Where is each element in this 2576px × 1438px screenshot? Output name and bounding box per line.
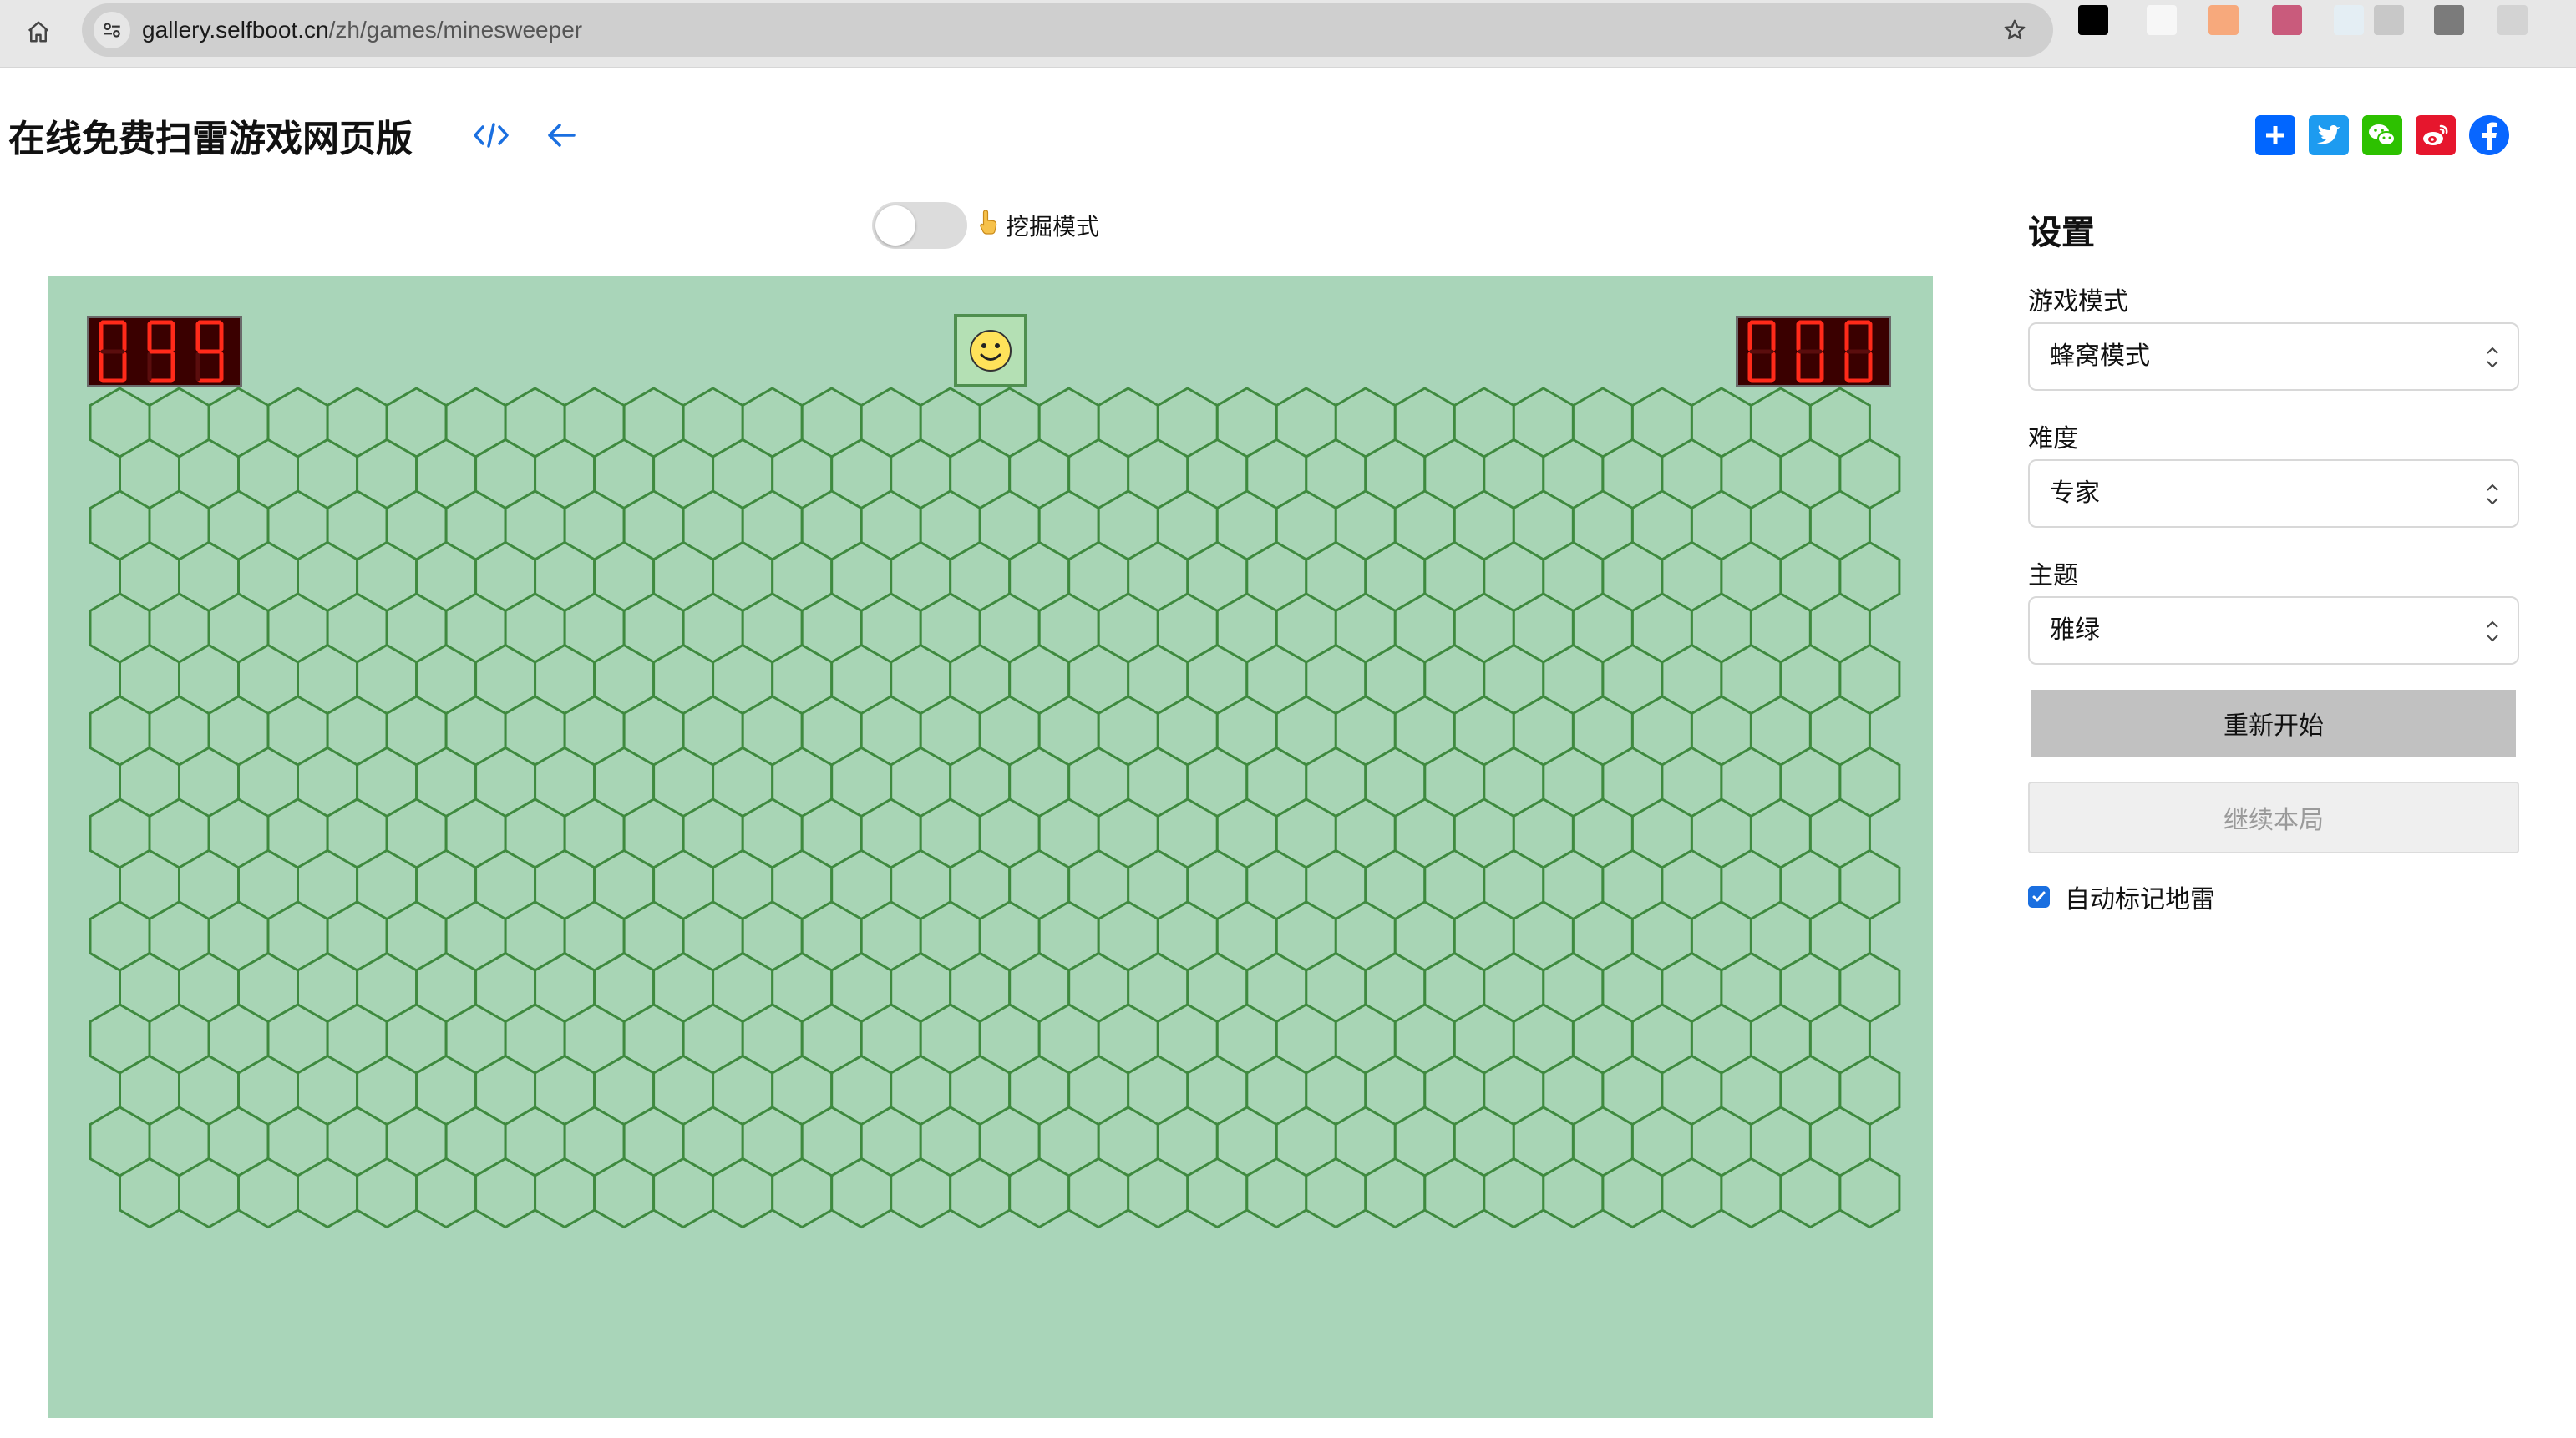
dig-mode-text: 挖掘模式 (1006, 212, 1100, 241)
checkmark-icon (2032, 891, 2046, 902)
auto-flag-label: 自动标记地雷 (2065, 885, 2215, 914)
address-bar[interactable]: gallery.selfboot.cn/zh/games/minesweeper (82, 3, 2053, 57)
url-path: /zh/games/minesweeper (328, 17, 583, 43)
game-mode-label: 游戏模式 (2028, 287, 2128, 316)
bookmark-star-icon[interactable] (1996, 12, 2033, 48)
extension-icon[interactable] (2497, 5, 2528, 35)
code-icon[interactable] (473, 119, 510, 152)
weibo-icon[interactable] (2416, 115, 2456, 155)
mine-counter (87, 316, 242, 387)
chevron-updown-icon (2487, 620, 2498, 642)
settings-title: 设置 (2028, 214, 2095, 252)
extension-icon[interactable] (2334, 5, 2364, 35)
mine-counter-digits (99, 320, 224, 383)
difficulty-value: 专家 (2050, 478, 2100, 508)
chevron-updown-icon (2487, 347, 2498, 368)
url-host: gallery.selfboot.cn (142, 17, 329, 43)
timer (1736, 316, 1891, 387)
arrow-left-icon[interactable] (543, 119, 580, 152)
smiley-face-button[interactable] (954, 314, 1027, 387)
chevron-updown-icon (2487, 484, 2498, 505)
extension-icon[interactable] (2434, 5, 2464, 35)
extension-icon[interactable] (2147, 5, 2177, 35)
extension-icon[interactable] (2078, 5, 2108, 35)
extension-icon[interactable] (2272, 5, 2302, 35)
dig-mode-label: 挖掘模式 (979, 209, 1099, 245)
site-settings-icon[interactable] (94, 12, 130, 48)
extension-icon[interactable] (2208, 5, 2239, 35)
twitter-icon[interactable] (2309, 115, 2349, 155)
difficulty-label: 难度 (2028, 424, 2078, 453)
home-icon[interactable] (20, 13, 57, 50)
timer-digits (1747, 320, 1873, 383)
game-board (48, 276, 1933, 1418)
page-title: 在线免费扫雷游戏网页版 (8, 118, 413, 160)
browser-toolbar: gallery.selfboot.cn/zh/games/minesweeper (0, 0, 2576, 68)
continue-button[interactable]: 继续本局 (2028, 782, 2519, 853)
facebook-icon[interactable] (2469, 115, 2509, 155)
toggle-knob (875, 205, 915, 246)
hex-grid[interactable] (48, 276, 1933, 1418)
pointing-hand-icon (979, 209, 999, 245)
game-mode-value: 蜂窝模式 (2050, 342, 2150, 371)
theme-label: 主题 (2028, 561, 2078, 590)
difficulty-select[interactable]: 专家 (2028, 459, 2519, 528)
extension-icon[interactable] (2374, 5, 2404, 35)
wechat-icon[interactable] (2362, 115, 2402, 155)
auto-flag-option[interactable]: 自动标记地雷 (2028, 878, 2215, 915)
game-mode-select[interactable]: 蜂窝模式 (2028, 322, 2519, 391)
share-add-icon[interactable] (2255, 115, 2295, 155)
dig-mode-toggle[interactable] (872, 202, 967, 249)
smiley-icon (970, 330, 1012, 372)
auto-flag-checkbox[interactable] (2028, 886, 2050, 908)
url-text: gallery.selfboot.cn/zh/games/minesweeper (142, 3, 582, 57)
theme-select[interactable]: 雅绿 (2028, 596, 2519, 665)
theme-value: 雅绿 (2050, 615, 2100, 645)
restart-button[interactable]: 重新开始 (2031, 690, 2516, 757)
